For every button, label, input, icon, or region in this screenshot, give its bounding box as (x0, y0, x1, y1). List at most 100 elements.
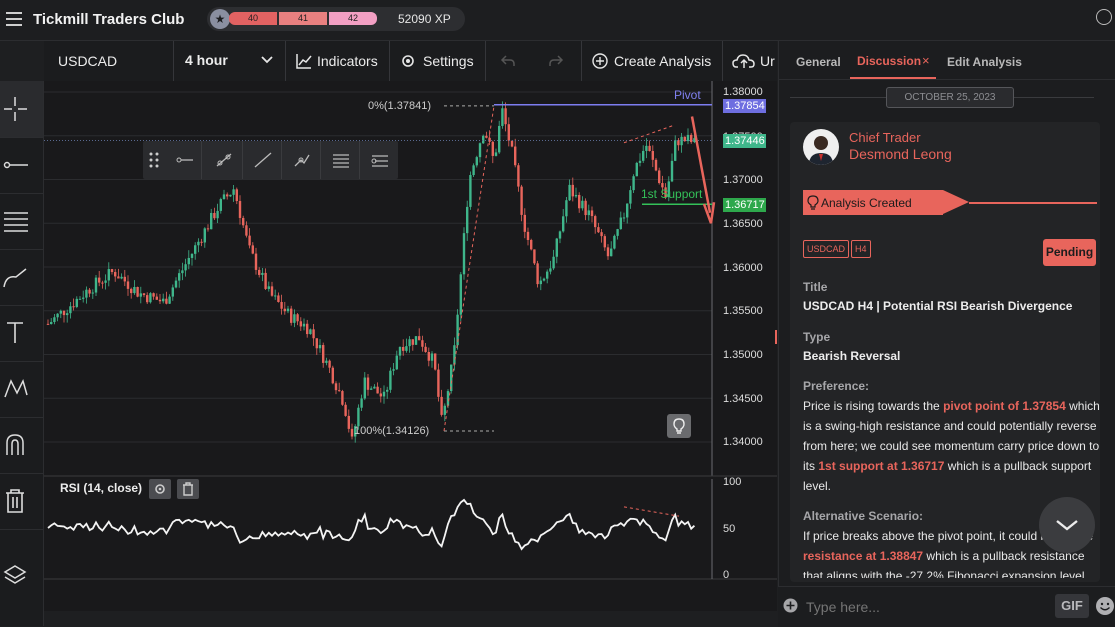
type-heading: Type (803, 330, 831, 344)
candle-body (491, 141, 494, 156)
divider (201, 141, 202, 179)
rsi-delete-button[interactable] (177, 479, 199, 499)
symbol-tag: USDCAD (803, 240, 850, 258)
candle-body (638, 160, 642, 163)
idea-button[interactable] (667, 414, 691, 438)
rsi-pane (47, 498, 696, 551)
tab-discussion[interactable]: Discussion (857, 54, 921, 68)
candle-body (402, 346, 405, 351)
pattern-tool[interactable] (0, 361, 43, 418)
plus-circle-icon[interactable] (592, 53, 608, 69)
extended-line-icon[interactable] (254, 152, 272, 168)
emoji-icon[interactable] (1095, 596, 1115, 616)
gear-icon (155, 484, 165, 494)
candle-body (46, 323, 50, 325)
candle-body (107, 269, 110, 281)
create-analysis-button[interactable]: Create Analysis (614, 53, 711, 69)
tab-edit-analysis[interactable]: Edit Analysis (947, 55, 1022, 69)
upload-button[interactable]: Ur (760, 53, 776, 69)
support-price-tag: 1.36717 (723, 198, 766, 212)
candle-body (507, 124, 510, 141)
event-line (969, 202, 1097, 204)
candle-body (603, 236, 606, 248)
brush-tool[interactable] (0, 249, 43, 306)
candle-body (162, 298, 165, 302)
crosshair-tool[interactable] (0, 81, 43, 138)
alternative-heading: Alternative Scenario: (803, 509, 924, 523)
candle-body (610, 248, 613, 257)
scroll-down-button[interactable] (1039, 497, 1095, 553)
candle-body (555, 238, 558, 257)
candle-body (136, 286, 139, 297)
candle-body (344, 404, 347, 416)
redo-icon[interactable] (548, 54, 564, 68)
candle-body (206, 228, 210, 230)
horizontal-ray-tool[interactable] (0, 137, 43, 194)
preference-text: Price is rising towards the pivot point … (803, 399, 1100, 493)
avatar[interactable] (803, 129, 839, 165)
status-badge[interactable]: Pending (1043, 239, 1096, 266)
candle-body (430, 353, 434, 361)
tab-general[interactable]: General (796, 55, 841, 69)
lightbulb-icon (807, 195, 819, 210)
ray-line-icon[interactable] (176, 152, 194, 168)
drag-handle-icon[interactable] (148, 151, 160, 169)
candle-body (142, 293, 146, 296)
preference-heading: Preference: (803, 379, 870, 393)
undo-icon[interactable] (500, 54, 516, 68)
candle-body (571, 184, 574, 197)
candle-body (565, 200, 568, 217)
author-name[interactable]: Desmond Leong (849, 146, 952, 162)
globe-icon[interactable] (1096, 9, 1112, 25)
candle-body (520, 186, 523, 215)
candle-body (248, 235, 251, 246)
fib-extension-icon[interactable] (371, 152, 389, 168)
fib-levels-icon[interactable] (332, 152, 350, 168)
text-icon (7, 322, 23, 343)
chevron-down-icon[interactable] (261, 56, 273, 64)
candle-body (277, 295, 280, 302)
candle-body (392, 369, 395, 371)
indicators-button[interactable]: Indicators (317, 53, 378, 69)
candle-body (632, 176, 635, 191)
candle-body (485, 135, 488, 138)
chat-input[interactable] (804, 595, 1048, 619)
ray-icon (3, 161, 28, 169)
timeframe-select[interactable]: 4 hour (185, 52, 228, 68)
symbol-selector[interactable]: USDCAD (58, 53, 117, 69)
candle-body (238, 201, 242, 218)
divider (320, 141, 321, 179)
channel-tool[interactable] (0, 193, 43, 250)
candle-body (229, 194, 232, 197)
settings-button[interactable]: Settings (423, 53, 474, 69)
candle-body (69, 306, 72, 314)
text-tool[interactable] (0, 305, 43, 362)
candle-body (88, 289, 91, 294)
candle-body (242, 217, 245, 226)
gear-icon[interactable] (400, 53, 416, 69)
candle-body (200, 241, 203, 243)
add-attachment-icon[interactable] (783, 598, 798, 613)
gif-button[interactable]: GIF (1055, 594, 1089, 618)
trend-line-icon[interactable] (215, 152, 233, 168)
layers-tool[interactable] (0, 548, 43, 604)
candle-body (264, 272, 267, 289)
candle-body (347, 415, 350, 429)
cloud-upload-icon[interactable] (732, 52, 756, 70)
candle-body (245, 225, 248, 236)
delete-tool[interactable] (0, 473, 43, 530)
panel-resize-handle[interactable] (775, 330, 777, 344)
indicators-icon[interactable] (296, 53, 312, 69)
divider (485, 41, 486, 81)
magnet-tool[interactable] (0, 417, 43, 474)
candle-body (120, 276, 123, 279)
candle-body (405, 346, 408, 351)
candle-body (680, 136, 683, 146)
candle-body (216, 210, 219, 219)
candle-body (139, 293, 142, 297)
menu-icon[interactable] (6, 12, 22, 26)
path-icon[interactable] (293, 152, 311, 168)
close-tab-icon[interactable]: × (922, 53, 930, 68)
rsi-settings-button[interactable] (149, 479, 171, 499)
candle-body (187, 257, 190, 265)
